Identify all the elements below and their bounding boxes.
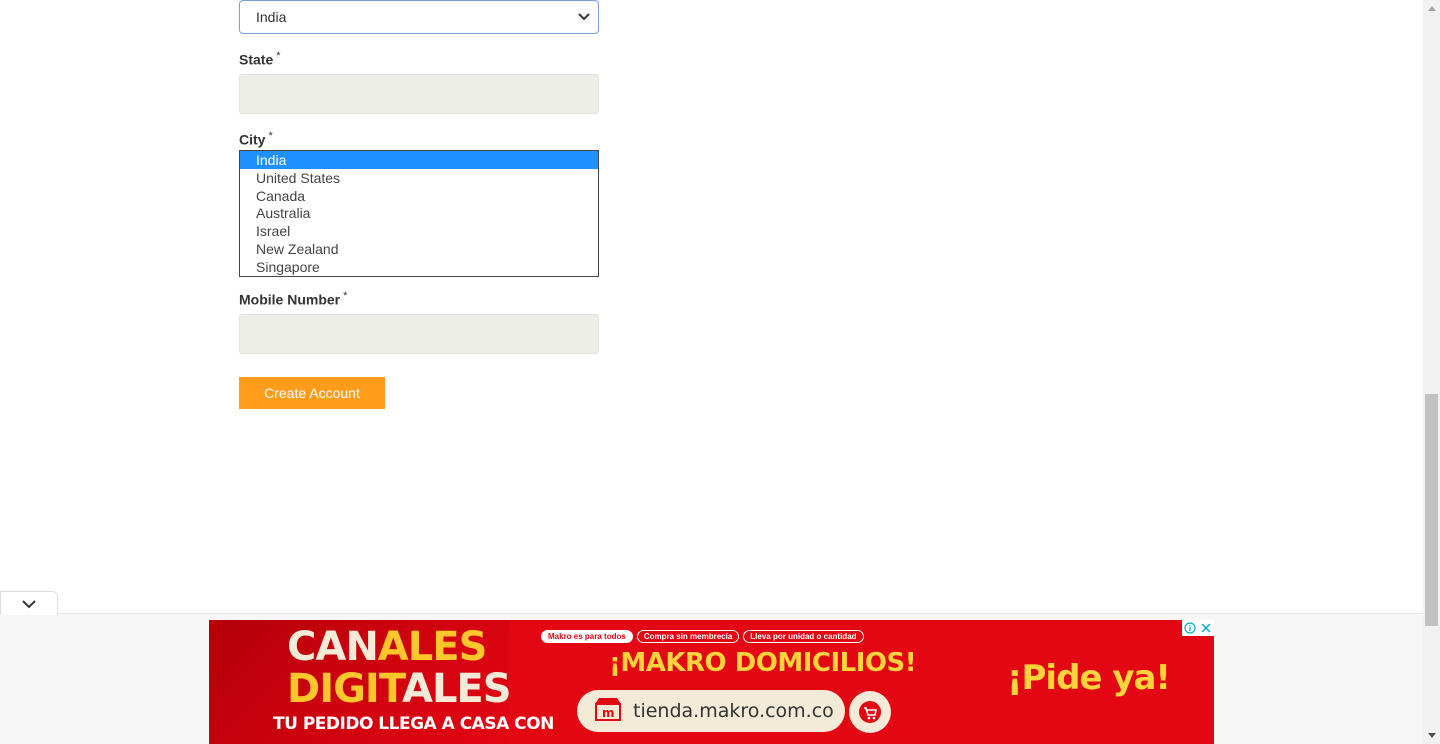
ad-headline-part: ALES — [377, 624, 488, 670]
city-option[interactable]: Israel — [240, 222, 598, 240]
country-select-value: India — [256, 9, 287, 25]
mobile-label-text: Mobile Number — [239, 291, 341, 308]
ad-url-pill[interactable]: m tienda.makro.com.co — [577, 690, 845, 732]
ad-pills: Makro es para todos Compra sin membrecía… — [541, 630, 864, 643]
city-option[interactable]: India — [240, 151, 598, 169]
ad-pill: Lleva por unidad o cantidad — [743, 630, 864, 643]
ad-controls — [1182, 620, 1214, 636]
chevron-down-icon — [570, 13, 598, 21]
ad-headline-part: DIGIT — [287, 666, 403, 712]
ad-pill: Compra sin membrecía — [636, 630, 740, 643]
required-mark: * — [268, 130, 273, 142]
create-account-button[interactable]: Create Account — [239, 377, 385, 409]
ad-headline-part: ALES — [401, 666, 512, 712]
ad-title: ¡MAKRO DOMICILIOS! — [609, 648, 917, 678]
required-mark: * — [343, 290, 348, 302]
city-option[interactable]: Singapore — [240, 258, 598, 276]
ad-cta: ¡Pide ya! — [1007, 658, 1171, 698]
city-option[interactable]: New Zealand — [240, 240, 598, 258]
state-input[interactable] — [239, 74, 599, 114]
mobile-label: Mobile Number * — [239, 290, 347, 308]
country-select[interactable]: India — [239, 0, 599, 34]
cart-icon — [849, 691, 891, 733]
ad-banner[interactable]: CANALES DIGITALES TU PEDIDO LLEGA A CASA… — [209, 620, 1214, 744]
page-scrollbar[interactable] — [1423, 0, 1440, 744]
city-listbox[interactable]: India United States Canada Australia Isr… — [239, 150, 599, 277]
makro-store-icon: m — [593, 696, 623, 727]
mobile-input[interactable] — [239, 314, 599, 354]
ad-tagline: TU PEDIDO LLEGA A CASA CON — [273, 714, 554, 734]
city-label: City * — [239, 130, 273, 148]
ad-headline: CANALES DIGITALES — [287, 624, 512, 712]
close-icon[interactable] — [1198, 620, 1214, 636]
scroll-down-arrow-icon[interactable] — [1423, 727, 1440, 744]
state-label: State * — [239, 50, 281, 68]
ad-pill: Makro es para todos — [541, 630, 633, 643]
city-option[interactable]: United States — [240, 169, 598, 187]
info-icon[interactable] — [1182, 620, 1198, 636]
ad-url: tienda.makro.com.co — [633, 700, 834, 722]
state-label-text: State — [239, 51, 274, 68]
city-option[interactable]: Australia — [240, 204, 598, 222]
city-option[interactable]: Canada — [240, 187, 598, 205]
svg-text:m: m — [602, 706, 615, 720]
chevron-down-icon — [22, 599, 36, 608]
required-mark: * — [276, 50, 281, 62]
scroll-up-arrow-icon[interactable] — [1423, 0, 1440, 17]
city-label-text: City — [239, 131, 266, 148]
ad-collapse-toggle[interactable] — [0, 591, 58, 615]
scrollbar-thumb[interactable] — [1425, 394, 1438, 626]
ad-headline-part: CAN — [287, 624, 379, 670]
